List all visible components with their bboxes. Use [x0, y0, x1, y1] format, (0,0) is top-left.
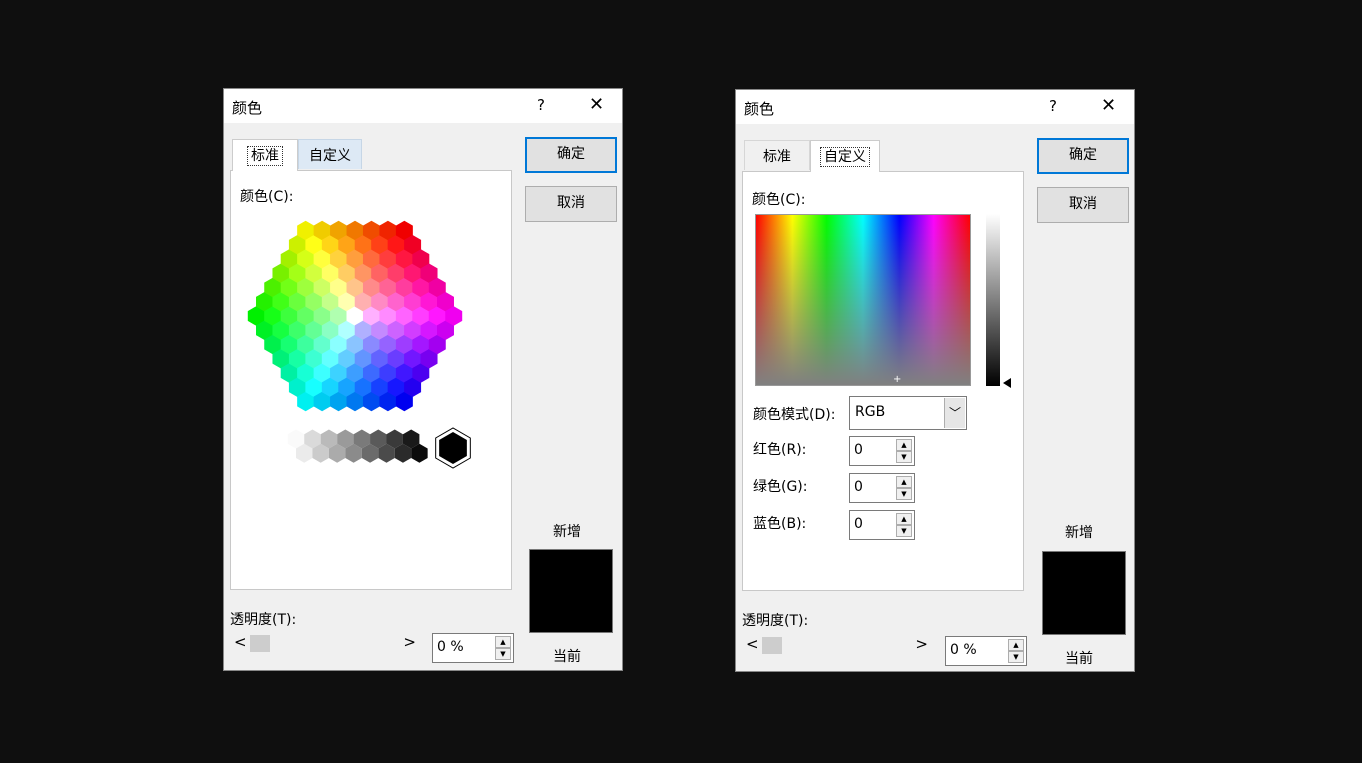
close-icon[interactable]: ✕: [589, 94, 604, 115]
cancel-button[interactable]: 取消: [525, 186, 617, 222]
arrow-left-icon[interactable]: <: [746, 635, 759, 653]
transparency-value: 0 %: [950, 642, 977, 658]
slider-track[interactable]: [762, 634, 912, 656]
new-label: 新增: [1065, 525, 1093, 541]
transparency-slider[interactable]: < >: [742, 634, 932, 656]
tab-custom[interactable]: 自定义: [298, 139, 362, 169]
color-model-label: 颜色模式(D):: [753, 407, 836, 423]
tab-custom[interactable]: 自定义: [810, 140, 880, 172]
green-input[interactable]: 0 ▲ ▼: [849, 473, 915, 503]
slider-thumb[interactable]: [762, 637, 782, 654]
transparency-slider[interactable]: < >: [230, 632, 420, 654]
new-color-swatch: [1042, 551, 1126, 594]
transparency-label: 透明度(T):: [742, 613, 809, 629]
question-icon[interactable]: ?: [537, 96, 545, 114]
luminance-bar[interactable]: [986, 214, 1000, 386]
tab-standard-label: 标准: [763, 149, 791, 165]
spin-up-icon[interactable]: ▲: [896, 439, 912, 451]
tab-custom-label: 自定义: [309, 148, 351, 164]
arrow-right-icon[interactable]: >: [915, 635, 928, 653]
spin-down-icon[interactable]: ▼: [896, 488, 912, 500]
standard-panel: 颜色(C):: [230, 170, 512, 590]
spin-up-icon[interactable]: ▲: [896, 513, 912, 525]
color-spectrum[interactable]: +: [755, 214, 971, 386]
new-color-swatch: [529, 549, 613, 592]
current-color-swatch: [1042, 593, 1126, 635]
tab-custom-label: 自定义: [820, 147, 870, 167]
color-model-value: RGB: [855, 404, 886, 420]
spin-down-icon[interactable]: ▼: [896, 525, 912, 537]
arrow-right-icon[interactable]: >: [403, 633, 416, 651]
red-label: 红色(R):: [753, 442, 807, 458]
spin-down-icon[interactable]: ▼: [1008, 651, 1024, 663]
color-dialog-custom: 颜色 ? ✕ 标准 自定义 颜色(C): + 颜色模式(D): RGB ﹀ 红色…: [735, 89, 1135, 672]
current-color-swatch: [529, 591, 613, 633]
spin-down-icon[interactable]: ▼: [896, 451, 912, 463]
ok-button[interactable]: 确定: [525, 137, 617, 173]
blue-label: 蓝色(B):: [753, 516, 807, 532]
color-hexagon-palette[interactable]: [231, 211, 509, 511]
tab-standard-label: 标准: [247, 146, 283, 166]
cancel-button[interactable]: 取消: [1037, 187, 1129, 223]
close-icon[interactable]: ✕: [1101, 95, 1116, 116]
color-dialog-standard: 颜色 ? ✕ 标准 自定义 颜色(C): 确定 取消 新增 当前 透明度(T):…: [223, 88, 623, 671]
spin-down-icon[interactable]: ▼: [495, 648, 511, 660]
blue-value: 0: [854, 516, 863, 532]
new-label: 新增: [553, 524, 581, 540]
luminance-arrow-icon[interactable]: [1003, 378, 1011, 388]
red-value: 0: [854, 442, 863, 458]
colors-label: 颜色(C):: [240, 189, 294, 205]
green-label: 绿色(G):: [753, 479, 808, 495]
current-label: 当前: [1065, 651, 1093, 667]
transparency-input[interactable]: 0 % ▲ ▼: [432, 633, 514, 663]
green-value: 0: [854, 479, 863, 495]
dialog-title: 颜色: [744, 100, 775, 118]
crosshair-icon: +: [893, 374, 902, 385]
colors-label: 颜色(C):: [752, 192, 806, 208]
spin-up-icon[interactable]: ▲: [495, 636, 511, 648]
transparency-input[interactable]: 0 % ▲ ▼: [945, 636, 1027, 666]
blue-input[interactable]: 0 ▲ ▼: [849, 510, 915, 540]
question-icon[interactable]: ?: [1049, 97, 1057, 115]
dialog-title: 颜色: [232, 99, 263, 117]
slider-track[interactable]: [250, 632, 400, 654]
transparency-label: 透明度(T):: [230, 612, 297, 628]
tab-standard[interactable]: 标准: [744, 140, 810, 170]
ok-button[interactable]: 确定: [1037, 138, 1129, 174]
chevron-down-icon[interactable]: ﹀: [944, 398, 965, 428]
red-input[interactable]: 0 ▲ ▼: [849, 436, 915, 466]
custom-panel: 颜色(C): + 颜色模式(D): RGB ﹀ 红色(R): 0 ▲ ▼ 绿色(…: [742, 171, 1024, 591]
current-label: 当前: [553, 649, 581, 665]
tab-standard[interactable]: 标准: [232, 139, 298, 171]
arrow-left-icon[interactable]: <: [234, 633, 247, 651]
color-model-select[interactable]: RGB ﹀: [849, 396, 967, 430]
spin-up-icon[interactable]: ▲: [896, 476, 912, 488]
title-bar: 颜色 ? ✕: [224, 89, 622, 123]
slider-thumb[interactable]: [250, 635, 270, 652]
spin-up-icon[interactable]: ▲: [1008, 639, 1024, 651]
title-bar: 颜色 ? ✕: [736, 90, 1134, 124]
transparency-value: 0 %: [437, 639, 464, 655]
